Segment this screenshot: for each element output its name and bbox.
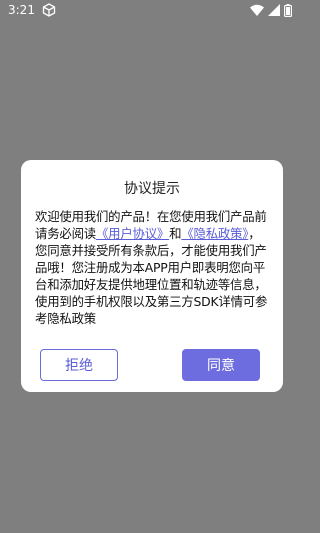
body-connector: 和 <box>169 226 182 241</box>
status-bar: 3:21 <box>0 0 300 20</box>
settings-icon <box>42 3 56 17</box>
dialog-title: 协议提示 <box>124 181 180 197</box>
signal-icon <box>268 4 280 16</box>
battery-icon <box>284 3 292 17</box>
agreement-dialog: 协议提示 欢迎使用我们的产品！在您使用我们产品前请务必阅读《用户协议》和《隐私政… <box>21 160 283 392</box>
refuse-button[interactable]: 拒绝 <box>40 349 118 381</box>
dialog-body: 欢迎使用我们的产品！在您使用我们产品前请务必阅读《用户协议》和《隐私政策》，您同… <box>35 208 271 327</box>
privacy-policy-link[interactable]: 《隐私政策》 <box>181 226 248 241</box>
user-agreement-link[interactable]: 《用户协议》 <box>96 226 169 241</box>
status-left: 3:21 <box>8 0 56 20</box>
body-text-part2: ，您同意并接受所有条款后，才能使用我们产品哦！您注册成为本APP用户即表明您向平… <box>35 226 268 326</box>
status-time: 3:21 <box>8 3 35 17</box>
wifi-icon <box>250 4 264 16</box>
status-right <box>250 3 292 17</box>
agree-button[interactable]: 同意 <box>182 349 260 381</box>
